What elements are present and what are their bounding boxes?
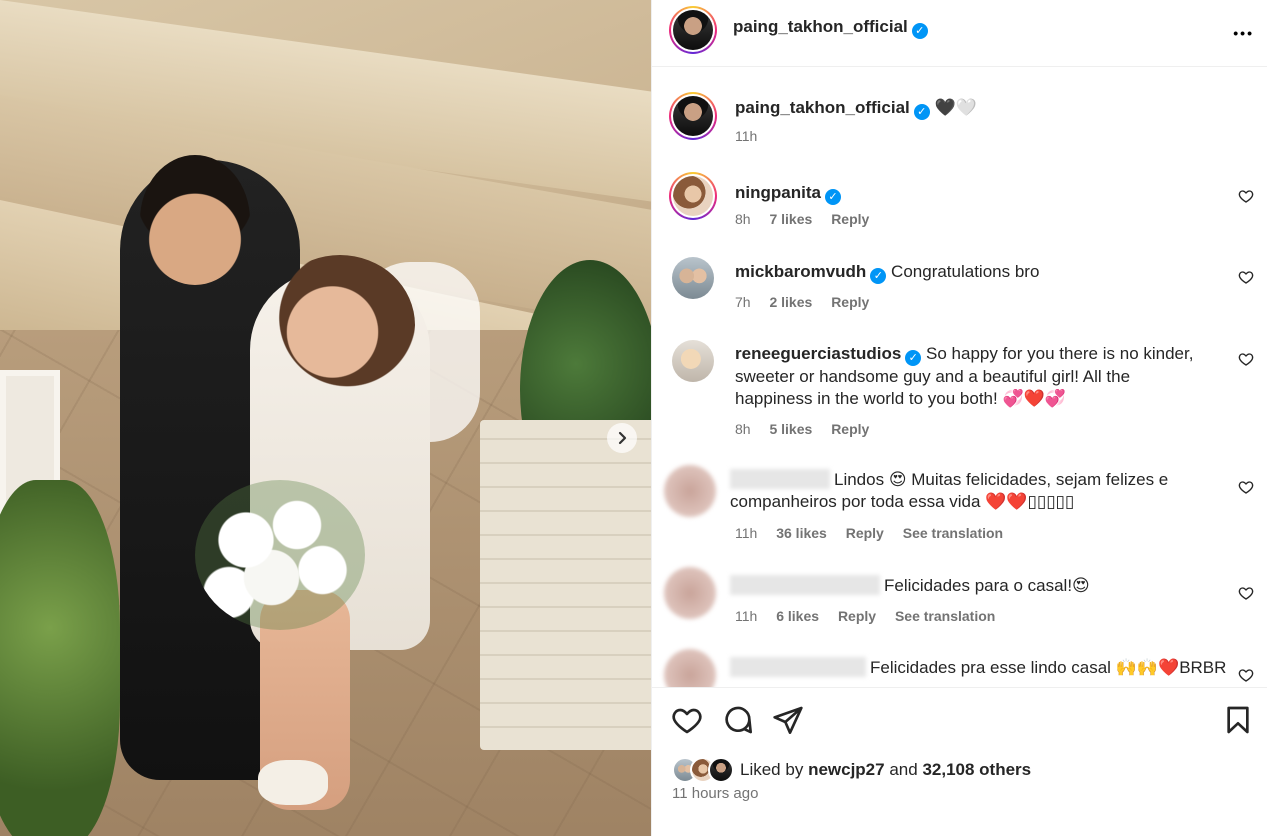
photo-planter (480, 420, 651, 750)
comment-meta: 11h 6 likes Reply See translation (735, 608, 1010, 624)
comment-likes[interactable]: 2 likes (769, 294, 812, 310)
comments-list[interactable]: paing_takhon_official ✓ 🖤🤍 11h ningpanita… (652, 67, 1267, 687)
avatar (673, 176, 713, 216)
photo-bouquet (195, 480, 365, 630)
caption-username[interactable]: paing_takhon_official (735, 98, 910, 117)
photo-groom-head (140, 155, 250, 285)
comment-body: mickbaromvudh ✓ Congratulations bro (735, 261, 1208, 284)
photo-shoes (258, 760, 328, 805)
more-options-button[interactable]: ••• (1233, 18, 1254, 44)
comment-like-heart-icon[interactable] (1238, 188, 1254, 204)
caption-time: 11h (735, 128, 758, 144)
post-actions: Liked by newcjp27 and 32,108 others 11 h… (652, 687, 1267, 836)
reply-button[interactable]: Reply (838, 608, 876, 624)
verified-icon: ✓ (911, 23, 928, 39)
comment-username[interactable]: ningpanita (735, 183, 821, 202)
comment-like-heart-icon[interactable] (1238, 585, 1254, 601)
photo-bride-head (265, 255, 415, 395)
comment-likes[interactable]: 7 likes (769, 211, 812, 227)
post-timestamp[interactable]: 11 hours ago (672, 785, 758, 802)
comment-time: 11h (735, 525, 758, 541)
comment-icon[interactable] (722, 704, 754, 736)
heart-icon[interactable] (671, 704, 703, 736)
comment-time: 11h (735, 608, 758, 624)
reply-button[interactable]: Reply (846, 525, 884, 541)
comment-body: Lindos 😍 Muitas felicidades, sejam feliz… (730, 469, 1208, 513)
liked-by-user[interactable]: newcjp27 (808, 760, 885, 780)
comment-meta: 7h 2 likes Reply (735, 294, 884, 310)
comment-body: reneeguerciastudios ✓ So happy for you th… (735, 343, 1208, 410)
comment-body: Felicidades para o casal!😍 (730, 575, 1208, 597)
comment-meta: 8h 7 likes Reply (735, 211, 884, 227)
comment-time: 7h (735, 294, 751, 310)
photo-plant (0, 480, 120, 836)
reply-button[interactable]: Reply (831, 294, 869, 310)
comment-likes[interactable]: 5 likes (769, 421, 812, 437)
comment-avatar[interactable] (664, 567, 716, 619)
see-translation-button[interactable]: See translation (895, 608, 995, 624)
header-username-row: paing_takhon_official ✓ (733, 17, 928, 39)
comment-body: Felicidades pra esse lindo casal 🙌🙌❤️BRB… (730, 657, 1228, 679)
author-username[interactable]: paing_takhon_official (733, 17, 908, 36)
reply-button[interactable]: Reply (831, 421, 869, 437)
verified-icon: ✓ (913, 104, 930, 120)
blurred-username (730, 469, 830, 489)
see-translation-button[interactable]: See translation (903, 525, 1003, 541)
comment-text: Felicidades para o casal!😍 (884, 576, 1090, 595)
liker-avatars[interactable] (672, 757, 738, 783)
post-header: paing_takhon_official ✓ ••• (652, 0, 1267, 67)
comment-like-heart-icon[interactable] (1238, 667, 1254, 683)
comment-time: 8h (735, 421, 751, 437)
comment-avatar[interactable] (664, 649, 716, 687)
caption-body: paing_takhon_official ✓ 🖤🤍 (735, 97, 1208, 120)
verified-icon: ✓ (905, 350, 922, 366)
comment-avatar[interactable] (672, 257, 714, 299)
avatar (708, 757, 734, 783)
comment-body: ningpanita ✓ (735, 182, 1208, 205)
share-icon[interactable] (772, 704, 804, 736)
bookmark-icon[interactable] (1222, 704, 1254, 736)
comment-avatar[interactable] (669, 172, 717, 220)
avatar (673, 10, 713, 50)
comment-username[interactable]: reneeguerciastudios (735, 344, 901, 363)
likes-summary: Liked by newcjp27 and 32,108 others (672, 756, 1031, 784)
verified-icon: ✓ (870, 268, 887, 284)
post-photo[interactable] (0, 0, 651, 836)
comment-likes[interactable]: 6 likes (776, 608, 819, 624)
more-horizontal-icon: ••• (1233, 25, 1254, 41)
comment-like-heart-icon[interactable] (1238, 269, 1254, 285)
comment-likes[interactable]: 36 likes (776, 525, 827, 541)
blurred-username (730, 575, 880, 595)
comment-like-heart-icon[interactable] (1238, 479, 1254, 495)
comment-avatar[interactable] (672, 340, 714, 382)
liked-by-label: Liked by (740, 760, 804, 779)
comment-avatar[interactable] (664, 465, 716, 517)
post-viewer: paing_takhon_official ✓ ••• paing_takhon_… (0, 0, 1267, 836)
avatar (673, 96, 713, 136)
caption-avatar[interactable] (669, 92, 717, 140)
chevron-right-icon (618, 431, 627, 445)
comment-text: Congratulations bro (891, 262, 1040, 281)
comment-meta: 11h 36 likes Reply See translation (735, 525, 1018, 541)
comment-username[interactable]: mickbaromvudh (735, 262, 866, 281)
comment-meta: 8h 5 likes Reply (735, 421, 884, 437)
comment-time: 8h (735, 211, 751, 227)
caption-text: 🖤🤍 (934, 98, 977, 117)
post-sidebar: paing_takhon_official ✓ ••• paing_takhon_… (651, 0, 1267, 836)
comment-text: Felicidades pra esse lindo casal 🙌🙌❤️BRB… (870, 658, 1227, 677)
comment-like-heart-icon[interactable] (1238, 351, 1254, 367)
reply-button[interactable]: Reply (831, 211, 869, 227)
next-photo-button[interactable] (607, 423, 637, 453)
likes-others-count[interactable]: 32,108 others (922, 760, 1031, 780)
author-avatar[interactable] (669, 6, 717, 54)
blurred-username (730, 657, 866, 677)
caption-meta: 11h (735, 128, 772, 144)
likes-and-label: and (889, 760, 918, 779)
verified-icon: ✓ (824, 189, 841, 205)
